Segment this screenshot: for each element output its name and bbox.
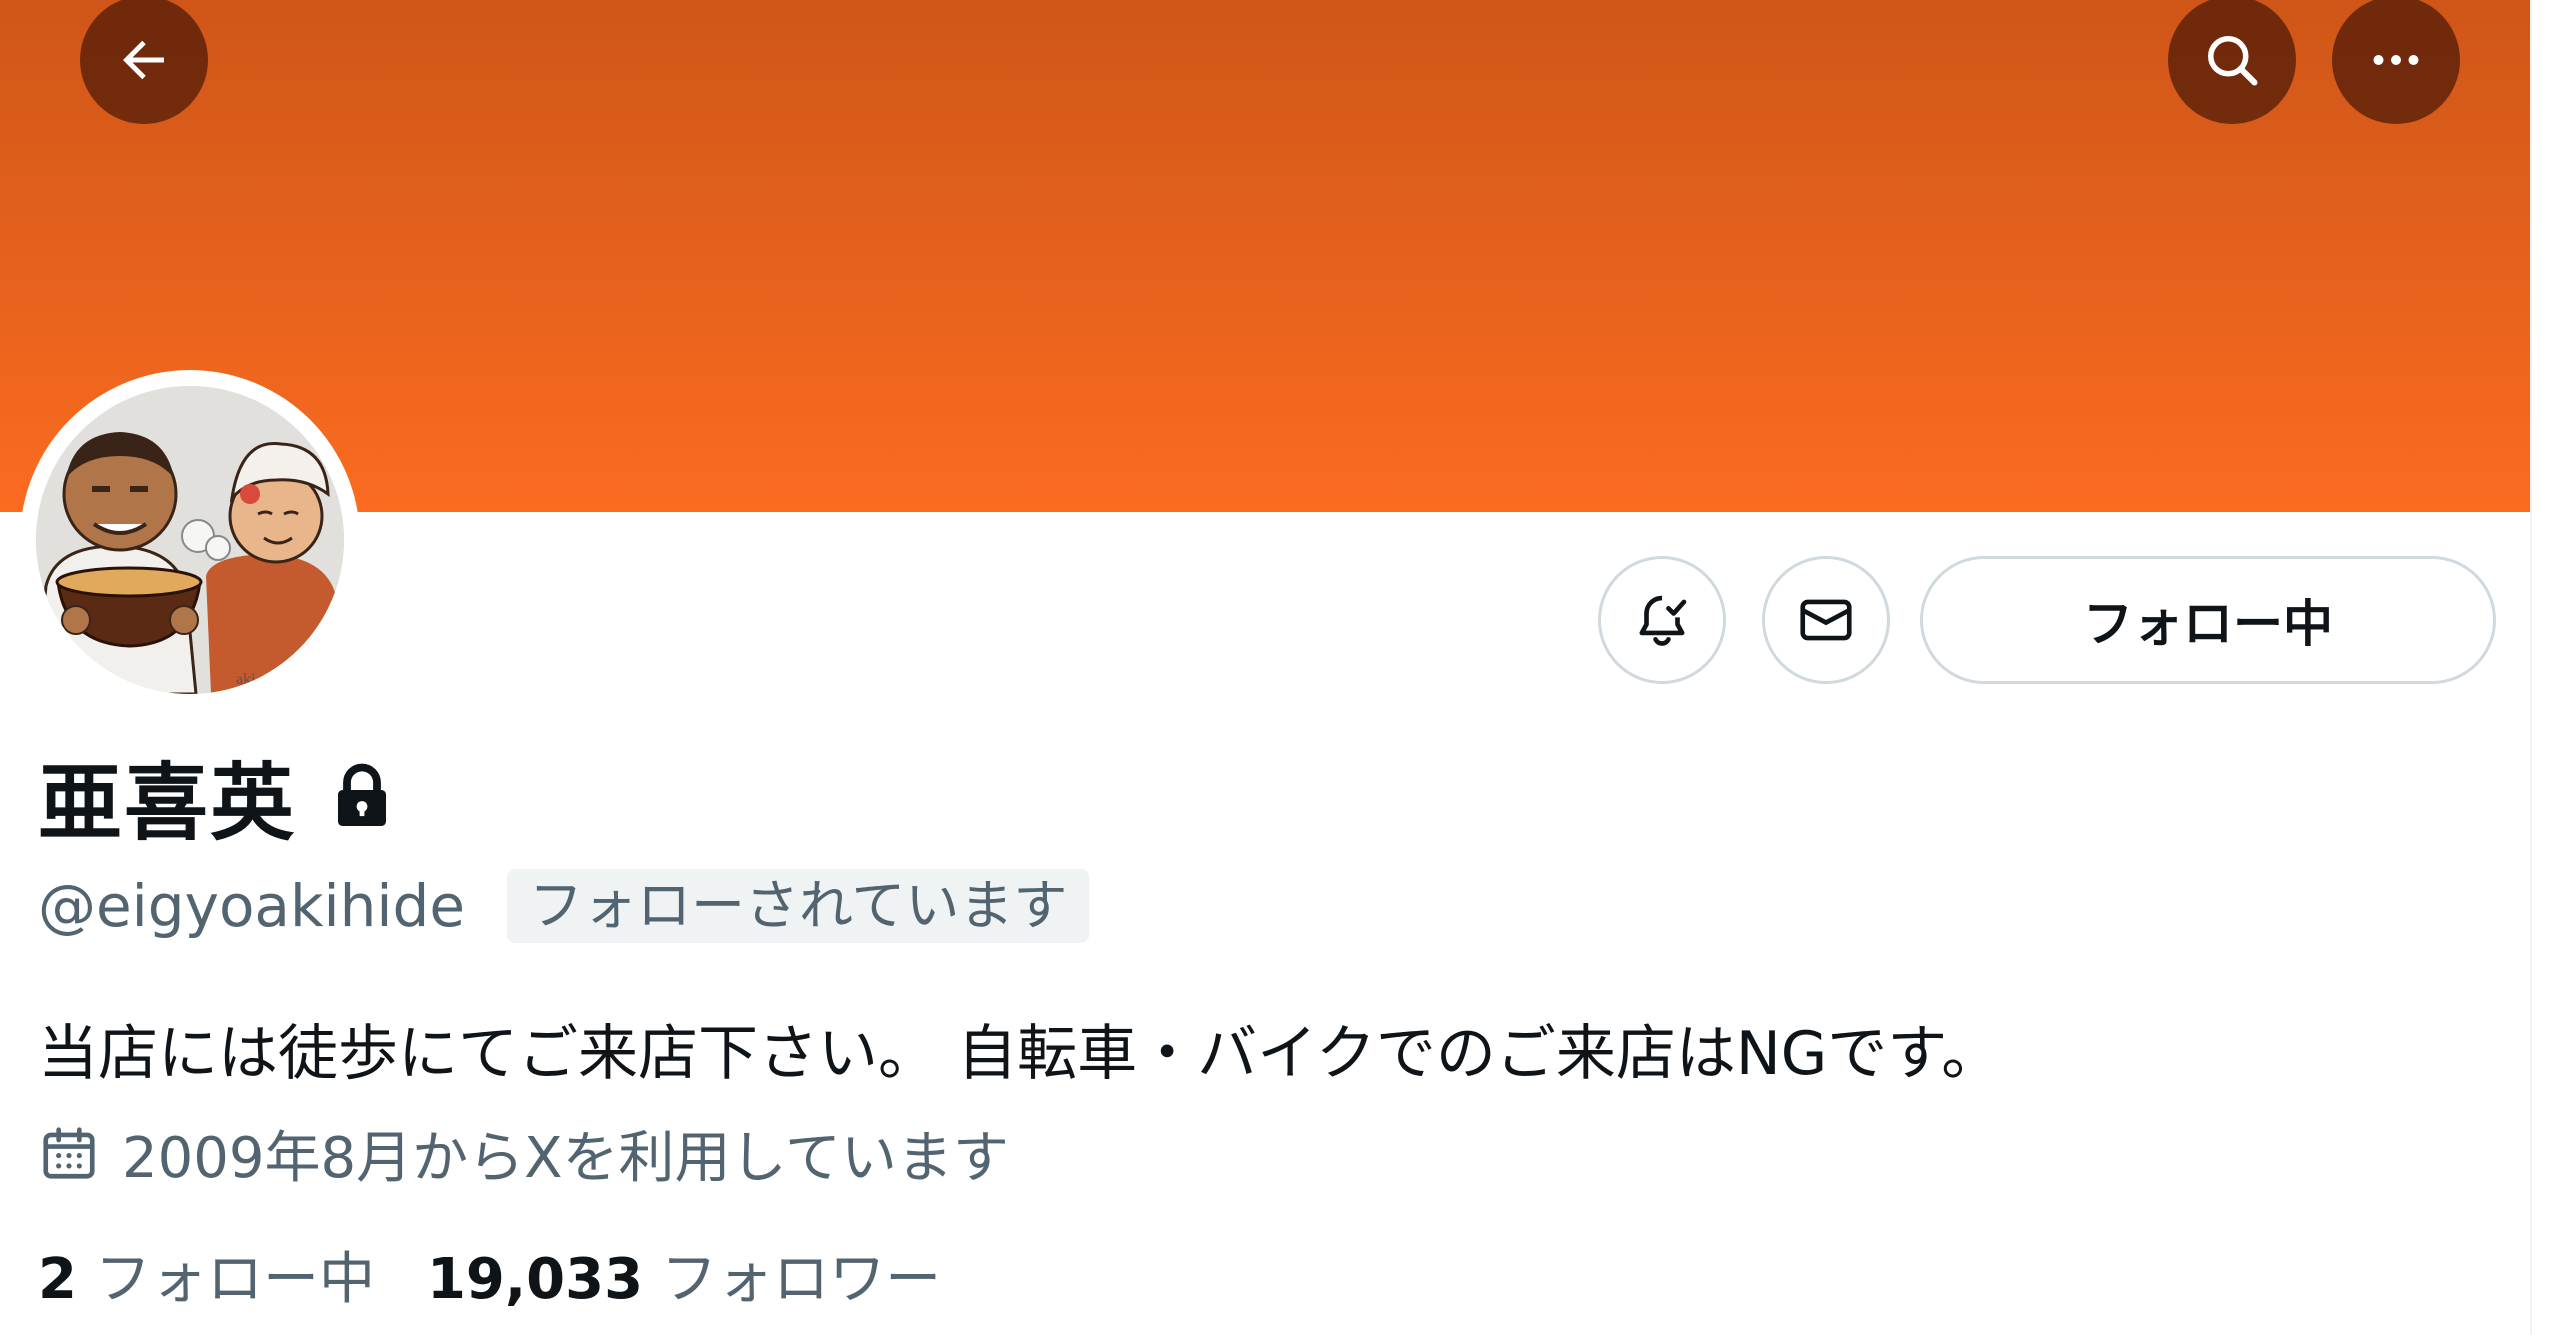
profile-banner[interactable] xyxy=(0,0,2530,512)
search-icon xyxy=(2208,36,2258,86)
calendar-icon xyxy=(43,1127,95,1179)
following-button[interactable]: フォロー中 xyxy=(1920,556,2496,684)
more-dots-icon xyxy=(2373,55,2419,65)
followers-label: フォロワー xyxy=(661,1246,942,1312)
following-link[interactable]: 2 フォロー中 xyxy=(38,1234,375,1315)
bell-check-icon xyxy=(1639,595,1687,646)
envelope-icon xyxy=(1800,599,1852,641)
joined-date-row: 2009年8月からXを利用しています xyxy=(38,1118,1009,1191)
display-name: 亜喜英 xyxy=(38,753,297,852)
following-count: 2 xyxy=(38,1246,77,1312)
back-button[interactable] xyxy=(80,0,208,124)
arrow-left-icon xyxy=(123,40,164,80)
avatar-illustration: ichan aki xyxy=(36,386,344,694)
follow-stats: 2 フォロー中 19,033 フォロワー xyxy=(38,1236,941,1312)
search-button[interactable] xyxy=(2168,0,2296,124)
following-label: フォロー中 xyxy=(94,1246,375,1312)
profile-bio: 当店には徒歩にてご来店下さい。 自転車・バイクでのご来店はNGです。 xyxy=(38,1019,2002,1089)
followers-link[interactable]: 19,033 フォロワー xyxy=(427,1234,941,1315)
lock-icon xyxy=(338,763,387,826)
user-handle: @eigyoakihide xyxy=(38,872,466,940)
display-name-row: 亜喜英 xyxy=(38,748,392,852)
followers-count: 19,033 xyxy=(426,1246,644,1312)
follows-you-badge: フォローされています xyxy=(507,869,1090,943)
joined-date: 2009年8月からXを利用しています xyxy=(122,1125,1009,1191)
handle-row: @eigyoakihide フォローされています xyxy=(38,866,1090,946)
notifications-button[interactable] xyxy=(1598,556,1726,684)
more-options-button[interactable] xyxy=(2332,0,2460,124)
message-button[interactable] xyxy=(1762,556,1890,684)
column-divider xyxy=(2530,0,2532,1335)
profile-page: ichan aki フォロー中 亜喜英 @eigyoakihide フォローされ… xyxy=(0,0,2530,1335)
avatar[interactable]: ichan aki xyxy=(36,386,344,694)
